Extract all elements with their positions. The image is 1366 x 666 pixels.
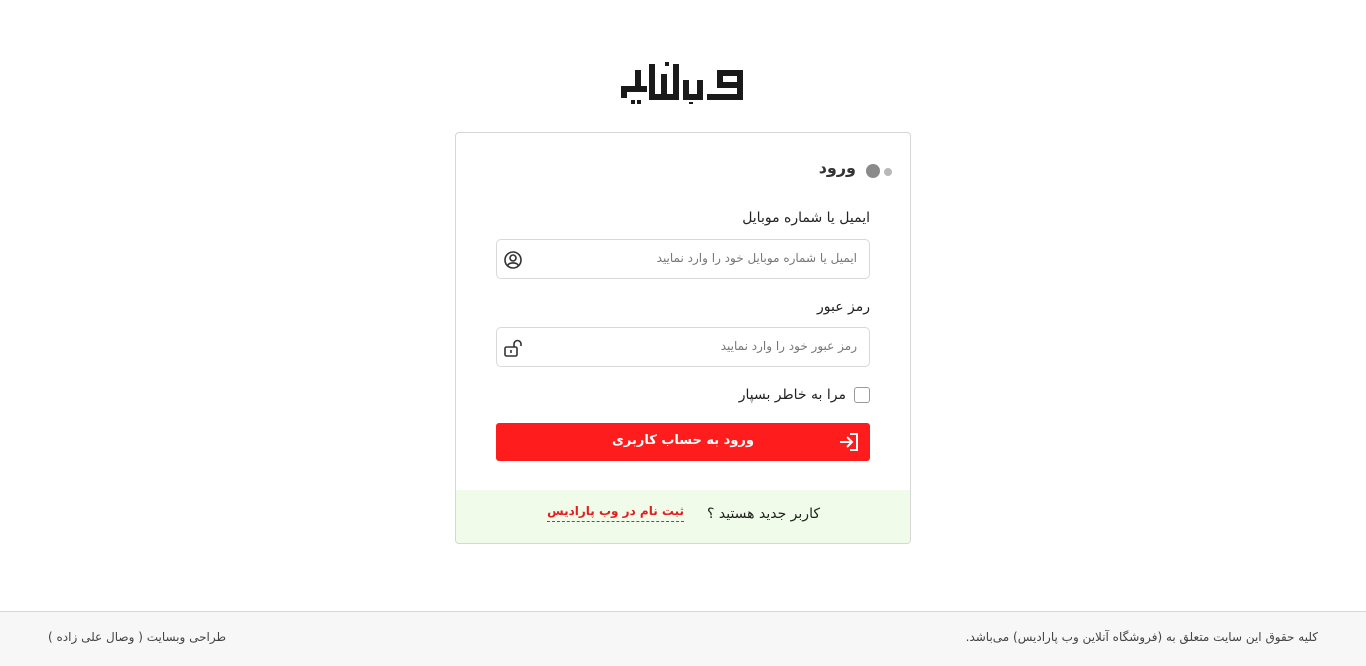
login-button[interactable]: ورود به حساب کاربری bbox=[496, 423, 870, 461]
identifier-label: ایمیل یا شماره موبایل bbox=[742, 210, 870, 226]
register-link[interactable]: ثبت نام در وب پارادیس bbox=[547, 504, 684, 522]
login-button-label: ورود به حساب کاربری bbox=[611, 433, 754, 448]
register-question: کاربر جدید هستید ؟ bbox=[706, 506, 820, 522]
sign-in-icon bbox=[840, 433, 858, 451]
register-strip: کاربر جدید هستید ؟ ثبت نام در وب پارادیس bbox=[456, 490, 910, 543]
page-footer: کلیه حقوق این سایت متعلق به (فروشگاه آنل… bbox=[0, 611, 1366, 666]
designer-credit[interactable]: طراحی وبسایت ( وصال علی زاده ) bbox=[48, 630, 226, 644]
unlock-icon bbox=[504, 339, 522, 357]
remember-me-checkbox[interactable] bbox=[854, 387, 870, 403]
logo-mark-icon bbox=[621, 62, 743, 104]
password-label: رمز عبور bbox=[816, 299, 870, 315]
identifier-placeholder: ایمیل یا شماره موبایل خود را وارد نمایید bbox=[656, 251, 857, 265]
remember-me-label[interactable]: مرا به خاطر بسپار bbox=[739, 387, 846, 403]
title-dot-icon bbox=[866, 164, 880, 178]
password-placeholder: رمز عبور خود را وارد نمایید bbox=[720, 339, 857, 353]
site-logo[interactable] bbox=[621, 60, 745, 104]
login-card: ورود ایمیل یا شماره موبایل ایمیل یا شمار… bbox=[455, 132, 911, 544]
login-title: ورود bbox=[818, 158, 856, 177]
user-circle-icon bbox=[504, 251, 522, 269]
title-dot-small-icon bbox=[884, 168, 892, 176]
identifier-input[interactable]: ایمیل یا شماره موبایل خود را وارد نمایید bbox=[496, 239, 870, 279]
copyright-text: کلیه حقوق این سایت متعلق به (فروشگاه آنل… bbox=[965, 630, 1318, 644]
password-input[interactable]: رمز عبور خود را وارد نمایید bbox=[496, 327, 870, 367]
